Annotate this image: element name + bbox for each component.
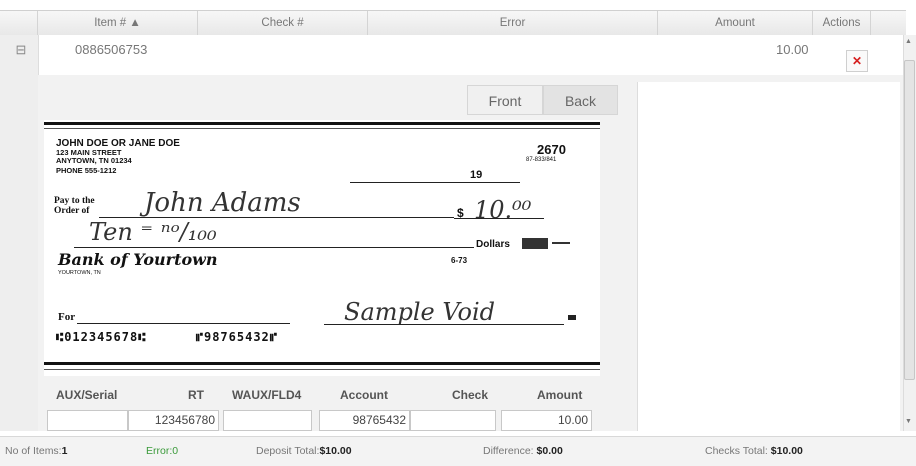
- items-count: No of Items:1: [5, 437, 67, 465]
- check-field[interactable]: [410, 410, 496, 431]
- check-bottom-rule: [44, 369, 600, 370]
- delete-icon: ✕: [851, 54, 863, 68]
- column-header-error[interactable]: Error: [368, 11, 658, 35]
- column-header-actions: Actions: [813, 11, 871, 35]
- amount-line: [454, 218, 544, 219]
- security-mark: [552, 242, 570, 244]
- deposit-label: Deposit Total:: [256, 445, 320, 457]
- grid-header: Item # ▲ Check # Error Amount Actions: [0, 10, 906, 36]
- label-check: Check: [452, 388, 489, 402]
- dollars-label: Dollars: [476, 239, 510, 250]
- check-date-year: 19: [470, 169, 483, 181]
- check-bottom-border: [44, 362, 600, 365]
- amount-field[interactable]: 10.00: [501, 410, 592, 431]
- bank-name: Bank of Yourtown: [58, 250, 218, 269]
- collapse-toggle-icon[interactable]: ⊟: [14, 43, 28, 57]
- written-amount-line: [74, 247, 474, 248]
- amount-box: 10.⁰⁰: [474, 196, 532, 224]
- routing-small: 6-73: [451, 256, 468, 265]
- waux-fld4-field[interactable]: [223, 410, 312, 431]
- check-image: JOHN DOE OR JANE DOE 123 MAIN STREET ANY…: [44, 120, 600, 376]
- deposit-total: Deposit Total:$10.00: [256, 437, 352, 465]
- detail-side-panel: [637, 82, 900, 431]
- payee-name: John Adams: [144, 188, 301, 218]
- row-item-number: 0886506753: [75, 42, 148, 57]
- scrollbar-thumb[interactable]: [904, 60, 915, 380]
- check-number: 2670: [537, 142, 566, 157]
- bank-city: YOURTOWN, TN: [58, 270, 101, 276]
- aux-serial-field[interactable]: [47, 410, 128, 431]
- label-amount: Amount: [537, 388, 583, 402]
- check-city: ANYTOWN, TN 01234: [56, 156, 132, 165]
- checks-label: Checks Total:: [705, 445, 768, 457]
- checks-value: $10.00: [770, 445, 803, 457]
- date-line: [350, 182, 520, 183]
- deposit-value: $10.00: [319, 445, 352, 457]
- label-waux-fld4: WAUX/FLD4: [232, 388, 302, 402]
- tab-front[interactable]: Front: [467, 85, 543, 115]
- check-phone: PHONE 555-1212: [56, 166, 117, 175]
- scroll-up-icon[interactable]: ▲: [905, 38, 912, 45]
- account-field[interactable]: 98765432: [319, 410, 410, 431]
- delete-button[interactable]: ✕: [846, 50, 868, 72]
- check-top-rule: [44, 128, 600, 129]
- scroll-down-icon[interactable]: ▼: [905, 418, 912, 425]
- row-amount: 10.00: [776, 42, 809, 57]
- rt-field[interactable]: 123456780: [128, 410, 219, 431]
- column-header-item[interactable]: Item # ▲: [38, 11, 198, 35]
- label-account: Account: [340, 388, 388, 402]
- payto-label: Pay to the Order of: [54, 196, 95, 216]
- difference-value: $0.00: [536, 445, 563, 457]
- difference: Difference: $0.00: [483, 437, 563, 465]
- items-value: 1: [61, 445, 68, 457]
- security-icon: [522, 238, 548, 249]
- label-rt: RT: [188, 388, 204, 402]
- header-gutter: [0, 11, 38, 35]
- items-label: No of Items:: [5, 445, 62, 457]
- signature-line: [324, 324, 564, 325]
- memo-label: For: [58, 311, 76, 323]
- row-gutter: [0, 35, 39, 431]
- memo-line: [77, 323, 290, 324]
- checks-total: Checks Total: $10.00: [705, 437, 803, 465]
- micr-line: ⑆012345678⑆ ⑈98765432⑈: [56, 330, 278, 344]
- column-header-check[interactable]: Check #: [198, 11, 368, 35]
- label-aux-serial: AUX/Serial: [56, 388, 118, 402]
- error-count: Error:0: [146, 437, 178, 465]
- signature-mark: [568, 315, 576, 320]
- status-footer: No of Items:1 Error:0 Deposit Total:$10.…: [0, 436, 916, 466]
- check-fraction: 87-833/841: [526, 157, 557, 163]
- check-top-border: [44, 122, 600, 125]
- error-label: Error:: [146, 445, 173, 457]
- column-header-amount[interactable]: Amount: [658, 11, 813, 35]
- error-value: 0: [172, 445, 179, 457]
- difference-label: Difference:: [483, 445, 534, 457]
- written-amount: Ten ⁼ ⁿᵒ/₁₀₀: [89, 218, 217, 246]
- signature: Sample Void: [344, 298, 495, 326]
- tab-back[interactable]: Back: [543, 85, 618, 115]
